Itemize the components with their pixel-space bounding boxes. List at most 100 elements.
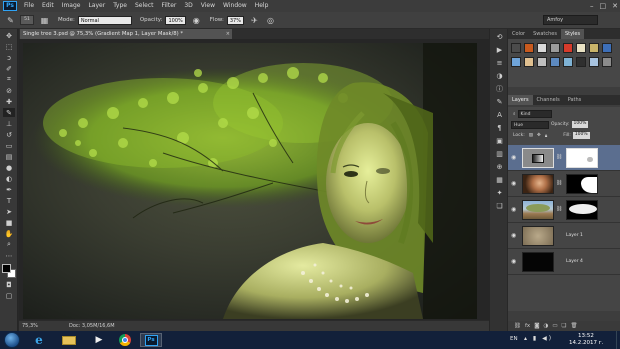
clock-time[interactable]: 13:52 <box>578 333 594 339</box>
crop-tool-icon[interactable]: ⌗ <box>3 75 15 84</box>
style-swatch[interactable] <box>511 43 521 53</box>
eyedropper-tool-icon[interactable]: ⊘ <box>3 86 15 95</box>
pressure-size-icon[interactable]: ◎ <box>265 15 276 26</box>
clone-stamp-tool-icon[interactable]: ⊥ <box>3 119 15 128</box>
navigator-icon[interactable]: ▣ <box>494 136 505 146</box>
opacity-input[interactable]: 100% <box>165 15 186 25</box>
style-swatch[interactable] <box>524 57 534 67</box>
shape-tool-icon[interactable]: ■ <box>3 218 15 227</box>
layer-row[interactable]: ◉ Layer 4 <box>508 249 620 275</box>
blend-mode-select[interactable]: Hue <box>511 120 549 129</box>
swatch-panel-icon[interactable]: ▦ <box>494 175 505 185</box>
clock-date[interactable]: 14.2.2017 г. <box>569 340 603 346</box>
close-document-button[interactable]: × <box>226 29 230 39</box>
style-swatch[interactable] <box>550 43 560 53</box>
style-swatch[interactable] <box>563 43 573 53</box>
style-swatch[interactable] <box>537 57 547 67</box>
marquee-tool-icon[interactable]: ⬚ <box>3 42 15 51</box>
visibility-eye-icon[interactable]: ◉ <box>511 206 518 213</box>
new-group-icon[interactable]: ▭ <box>552 323 557 329</box>
style-swatch[interactable] <box>550 57 560 67</box>
new-layer-icon[interactable]: ❏ <box>562 323 567 329</box>
style-swatch[interactable] <box>589 57 599 67</box>
style-swatch[interactable] <box>537 43 547 53</box>
show-desktop-button[interactable] <box>616 331 620 349</box>
zoom-level[interactable]: 75,3% <box>22 323 38 329</box>
layer-comps-icon[interactable]: ❏ <box>494 201 505 211</box>
link-layers-icon[interactable]: ⛓ <box>514 323 521 329</box>
tool-presets-icon[interactable]: ✦ <box>494 188 505 198</box>
photoshop-taskbar-icon[interactable]: Ps <box>140 333 162 347</box>
hand-tool-icon[interactable]: ✋ <box>3 229 15 238</box>
document-size[interactable]: Doc: 3,05M/16,6M <box>69 323 115 329</box>
tab-channels[interactable]: Channels <box>533 95 564 105</box>
layer-row[interactable]: ◉ Layer 1 <box>508 223 620 249</box>
layer-row[interactable]: ◉ ⛓ <box>508 145 620 171</box>
brush-tool-icon[interactable]: ✎ <box>3 108 15 117</box>
system-tray-icons[interactable]: ▴ ▮ ◀) <box>524 335 553 342</box>
actions-icon[interactable]: ▶ <box>494 45 505 55</box>
lock-position-icon[interactable]: ✥ <box>537 133 541 138</box>
menu-file[interactable]: File <box>20 0 38 12</box>
kind-filter-select[interactable]: Kind <box>517 109 552 118</box>
style-swatch[interactable] <box>602 43 612 53</box>
style-swatch[interactable] <box>589 43 599 53</box>
workspace-select[interactable]: Amfoy <box>543 15 598 25</box>
style-swatch[interactable] <box>602 57 612 67</box>
histogram-icon[interactable]: ▥ <box>494 149 505 159</box>
chrome-icon[interactable] <box>114 333 136 347</box>
visibility-eye-icon[interactable]: ◉ <box>511 232 518 239</box>
tab-swatches[interactable]: Swatches <box>529 29 561 39</box>
maximize-button[interactable]: □ <box>600 0 607 12</box>
menu-image[interactable]: Image <box>58 0 85 12</box>
style-swatch[interactable] <box>524 43 534 53</box>
document-tab[interactable]: Single tree 3.psd @ 75,3% (Gradient Map … <box>20 29 232 39</box>
visibility-eye-icon[interactable]: ◉ <box>511 154 518 161</box>
dodge-tool-icon[interactable]: ◐ <box>3 174 15 183</box>
style-swatch[interactable] <box>576 43 586 53</box>
paragraph-icon[interactable]: ¶ <box>494 123 505 133</box>
mask-link-icon[interactable]: ⛓ <box>556 180 562 186</box>
visibility-eye-icon[interactable]: ◉ <box>511 258 518 265</box>
mask-link-icon[interactable]: ⛓ <box>556 206 562 212</box>
minimize-button[interactable]: – <box>590 0 594 12</box>
add-mask-icon[interactable]: ◙ <box>534 323 539 329</box>
menu-filter[interactable]: Filter <box>158 0 181 12</box>
layer-row[interactable]: ◉ ⛓ <box>508 171 620 197</box>
menu-window[interactable]: Window <box>219 0 251 12</box>
adjustment-layer-icon[interactable]: ◑ <box>544 323 549 329</box>
pen-tool-icon[interactable]: ✒ <box>3 185 15 194</box>
visibility-eye-icon[interactable]: ◉ <box>511 180 518 187</box>
menu-select[interactable]: Select <box>131 0 158 12</box>
brush-tool-icon[interactable]: ✎ <box>5 15 16 26</box>
tab-paths[interactable]: Paths <box>564 95 586 105</box>
menu-type[interactable]: Type <box>109 0 131 12</box>
blur-tool-icon[interactable]: ● <box>3 163 15 172</box>
menu-view[interactable]: View <box>197 0 219 12</box>
layer-mask-thumbnail[interactable] <box>566 200 598 220</box>
properties-icon[interactable]: ≡ <box>494 58 505 68</box>
style-swatch[interactable] <box>576 57 586 67</box>
fill-input[interactable]: 100% <box>572 132 590 139</box>
tab-color[interactable]: Color <box>508 29 529 39</box>
style-swatch[interactable] <box>511 57 521 67</box>
adjustments-icon[interactable]: ◑ <box>494 71 505 81</box>
menu-layer[interactable]: Layer <box>84 0 109 12</box>
history-brush-tool-icon[interactable]: ↺ <box>3 130 15 139</box>
document-canvas[interactable] <box>23 43 477 319</box>
fx-icon[interactable]: fx <box>525 323 530 329</box>
pressure-opacity-icon[interactable]: ◉ <box>191 15 202 26</box>
move-tool-icon[interactable]: ✥ <box>3 31 15 40</box>
type-tool-icon[interactable]: T <box>3 196 15 205</box>
tab-styles[interactable]: Styles <box>560 29 585 39</box>
eraser-tool-icon[interactable]: ▭ <box>3 141 15 150</box>
menu-edit[interactable]: Edit <box>38 0 58 12</box>
language-indicator[interactable]: EN <box>510 336 518 342</box>
zoom-tool-icon[interactable]: ⌕ <box>3 240 15 249</box>
file-explorer-icon[interactable] <box>58 333 80 347</box>
close-button[interactable]: ✕ <box>612 0 618 12</box>
brush-presets-icon[interactable]: ✎ <box>494 97 505 107</box>
lock-pixels-icon[interactable]: ▨ <box>529 133 533 138</box>
delete-layer-icon[interactable]: 🗑︎ <box>570 323 577 329</box>
clone-source-icon[interactable]: ⊕ <box>494 162 505 172</box>
